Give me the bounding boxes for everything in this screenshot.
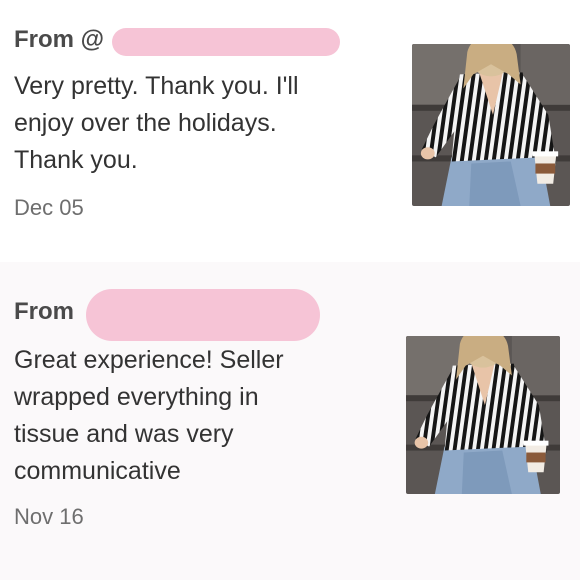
- product-photo[interactable]: [412, 44, 570, 206]
- review-text: Great experience! Seller wrapped everyth…: [14, 342, 284, 490]
- review-text: Very pretty. Thank you. I'll enjoy over …: [14, 68, 299, 179]
- review-text-line: enjoy over the holidays.: [14, 109, 277, 137]
- review-text-line: communicative: [14, 457, 181, 485]
- review-card: From Great experience! Seller wrapped ev…: [0, 262, 580, 580]
- redacted-username: [112, 28, 340, 56]
- review-text-line: Very pretty. Thank you. I'll: [14, 72, 299, 100]
- product-photo[interactable]: [406, 336, 560, 494]
- reviewer-from-label: From: [14, 298, 74, 325]
- review-text-line: Thank you.: [14, 146, 138, 174]
- review-text-line: Great experience! Seller: [14, 346, 284, 374]
- review-text-line: tissue and was very: [14, 420, 234, 448]
- review-card: From @ Very pretty. Thank you. I'll enjo…: [0, 0, 580, 262]
- review-date: Dec 05: [14, 195, 84, 220]
- striped-blouse-photo-icon: [406, 336, 560, 494]
- review-text-line: wrapped everything in: [14, 383, 259, 411]
- review-date: Nov 16: [14, 504, 84, 529]
- striped-blouse-photo-icon: [412, 44, 570, 206]
- reviewer-from-label: From @: [14, 26, 105, 53]
- redacted-username: [86, 289, 320, 341]
